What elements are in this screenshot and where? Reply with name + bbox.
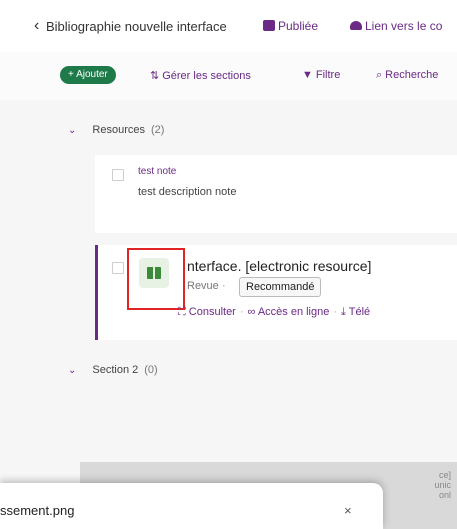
download-filename[interactable]: ssement.png xyxy=(0,503,74,518)
resource-title[interactable]: nterface. [electronic resource] xyxy=(187,258,371,274)
sort-icon: ⇅ xyxy=(150,70,160,82)
recommended-badge: Recommandé xyxy=(239,277,322,297)
top-bar: ‹ Bibliographie nouvelle interface Publi… xyxy=(0,0,457,53)
download-link[interactable]: Télé xyxy=(349,306,370,318)
resource-checkbox[interactable] xyxy=(112,262,124,274)
status-label: Publiée xyxy=(278,19,319,33)
note-checkbox[interactable] xyxy=(112,169,124,181)
publish-icon xyxy=(263,20,275,31)
course-link[interactable]: Lien vers le co xyxy=(350,19,442,33)
preview-text: ce] unic onl xyxy=(434,470,451,500)
type-separator: · xyxy=(222,280,226,292)
chevron-down-icon[interactable]: ⌄ xyxy=(68,365,76,376)
manage-sections-label: Gérer les sections xyxy=(162,70,251,82)
search-icon: ⌕ xyxy=(376,69,383,81)
course-link-label: Lien vers le co xyxy=(365,19,443,33)
note-title[interactable]: test note xyxy=(138,166,176,177)
manage-sections-button[interactable]: ⇅ Gérer les sections xyxy=(150,69,251,82)
search-button[interactable]: ⌕ Recherche xyxy=(376,69,438,82)
section-label: Resources xyxy=(92,124,145,136)
graduation-cap-icon xyxy=(350,21,362,30)
search-label: Recherche xyxy=(385,69,439,81)
section-count: (0) xyxy=(144,364,158,376)
page-title: Bibliographie nouvelle interface xyxy=(46,19,227,34)
section-resources-header[interactable]: ⌄ Resources (2) xyxy=(68,124,164,136)
section-label: Section 2 xyxy=(92,364,139,376)
resource-actions: ⛶ Consulter · ∞ Accès en ligne · ⤓ Télé xyxy=(178,306,370,319)
close-icon[interactable]: × xyxy=(344,503,352,518)
separator: · xyxy=(239,306,244,318)
filter-icon: ▼ xyxy=(302,69,313,81)
status-published[interactable]: Publiée xyxy=(263,19,318,33)
highlight-box xyxy=(127,248,185,310)
section-count: (2) xyxy=(150,124,165,136)
download-icon: ⤓ xyxy=(341,306,346,318)
link-icon: ∞ xyxy=(247,306,256,318)
consult-link[interactable]: Consulter xyxy=(189,306,236,318)
chevron-down-icon[interactable]: ⌄ xyxy=(68,125,76,136)
add-button[interactable]: + Ajouter xyxy=(60,66,116,84)
filter-button[interactable]: ▼ Filtre xyxy=(302,69,340,81)
section-2-header[interactable]: ⌄ Section 2 (0) xyxy=(68,364,158,376)
note-description: test description note xyxy=(138,186,237,198)
consult-icon: ⛶ xyxy=(178,306,186,318)
back-chevron-icon[interactable]: ‹ xyxy=(34,18,39,34)
separator: · xyxy=(333,306,338,318)
filter-label: Filtre xyxy=(315,69,341,81)
bibliography-page: ‹ Bibliographie nouvelle interface Publi… xyxy=(0,0,457,529)
online-access-link[interactable]: Accès en ligne xyxy=(258,306,330,318)
resource-type: Revue xyxy=(187,280,219,292)
